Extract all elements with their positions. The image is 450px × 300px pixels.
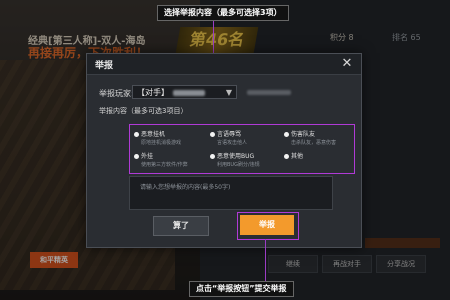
report-submit-button[interactable]: 举报: [240, 215, 294, 235]
player-select[interactable]: 【对手】 ▼: [132, 85, 237, 99]
reason-options: 恶意挂机 原地挂机消极游戏 言语辱骂 言语攻击他人 伤害队友 击杀队友，恶意伤害…: [129, 124, 355, 174]
radio-icon: [284, 132, 289, 137]
radio-icon: [284, 154, 289, 159]
content-label: 举报内容（最多可选3项目）: [99, 107, 188, 115]
reason-option-other[interactable]: 其他: [284, 151, 303, 160]
screen: 经典[第三人称]-双人-海岛 再接再厉，下次胜利！ 第46名 积分 8 排名 6…: [0, 0, 450, 300]
close-icon[interactable]: ✕: [339, 56, 355, 72]
reason-option-afk[interactable]: 恶意挂机 原地挂机消极游戏: [134, 129, 181, 146]
radio-icon: [134, 154, 139, 159]
reason-option-teamkill[interactable]: 伤害队友 击杀队友，恶意伤害: [284, 129, 336, 146]
player-label: 举报玩家:: [99, 89, 134, 98]
chevron-down-icon: ▼: [225, 88, 232, 97]
dialog-title: 举报: [95, 61, 114, 71]
annotation-bottom: 点击“举报按钮”提交举报: [189, 281, 294, 297]
blurred-note: [247, 90, 291, 95]
dialog-header: 举报 ✕: [87, 54, 361, 75]
player-name-blurred: [173, 89, 205, 96]
cancel-button[interactable]: 算了: [153, 216, 209, 236]
reason-option-bug[interactable]: 恶意使用BUG 利用BUG刷分/违规: [210, 151, 260, 168]
radio-icon: [210, 132, 215, 137]
player-prefix: 【对手】: [137, 88, 169, 97]
report-text-input[interactable]: 请输入您想举报的内容(最多50字): [129, 176, 333, 210]
annotation-top: 选择举报内容（最多可选择3项）: [157, 5, 289, 21]
reason-option-abuse[interactable]: 言语辱骂 言语攻击他人: [210, 129, 247, 146]
annotation-line-bottom: [265, 239, 266, 281]
radio-icon: [210, 154, 215, 159]
radio-icon: [134, 132, 139, 137]
reason-option-cheat[interactable]: 外挂 使用第三方软件/作弊: [134, 151, 188, 168]
report-dialog: 举报 ✕ 举报玩家: 【对手】 ▼ 举报内容（最多可选3项目） 恶意挂机 原地挂…: [86, 53, 362, 248]
